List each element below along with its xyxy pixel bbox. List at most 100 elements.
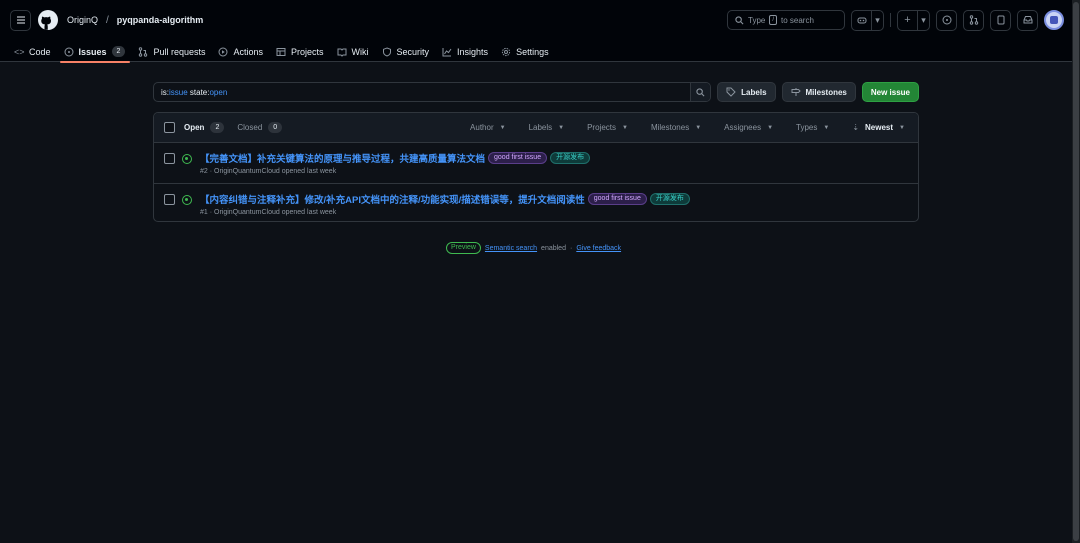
milestone-icon (791, 88, 801, 96)
issue-meta: #1 · OriginQuantumCloud opened last week (200, 209, 337, 216)
issue-title-line: 【完善文档】补充关键算法的原理与推导过程，共建高质量算法文档 good firs… (200, 151, 591, 165)
page-scrollbar[interactable] (1072, 0, 1080, 543)
header-row: OriginQ / pyqpanda-algorithm Type / to s… (10, 9, 1064, 31)
copilot-icon[interactable] (852, 10, 872, 30)
give-feedback-link[interactable]: Give feedback (576, 245, 621, 252)
issue-checkbox[interactable] (164, 153, 175, 164)
tab-projects[interactable]: Projects (276, 37, 331, 62)
breadcrumb-owner[interactable]: OriginQ (67, 15, 98, 25)
tab-actions-label: Actions (233, 46, 263, 57)
scrollbar-thumb[interactable] (1073, 2, 1079, 541)
issue-title-link[interactable]: 【完善文档】补充关键算法的原理与推导过程，共建高质量算法文档 (200, 151, 485, 165)
new-issue-button[interactable]: New issue (861, 82, 919, 102)
tab-insights[interactable]: Insights (442, 37, 495, 62)
inbox-icon (1023, 16, 1032, 24)
tab-settings[interactable]: Settings (501, 37, 556, 62)
select-all-checkbox[interactable] (164, 122, 175, 133)
tab-code-label: Code (29, 46, 51, 57)
author-filter[interactable]: Author ▼ (470, 123, 506, 132)
tab-settings-label: Settings (516, 46, 549, 57)
global-header: OriginQ / pyqpanda-algorithm Type / to s… (0, 0, 1072, 63)
issue-opened-icon (182, 195, 192, 205)
types-filter[interactable]: Types ▼ (796, 123, 829, 132)
sort-label: Newest (865, 123, 894, 132)
preview-badge: Preview (446, 242, 481, 254)
tab-issues[interactable]: Issues 2 (59, 37, 133, 63)
tab-wiki[interactable]: Wiki (337, 37, 376, 62)
issue-content: 【内容纠错与注释补充】修改/补充API文档中的注释/功能实现/描述错误等，提升文… (200, 192, 690, 221)
chevron-down-icon: ▼ (558, 124, 565, 131)
labels-filter[interactable]: Labels ▼ (529, 123, 565, 132)
chevron-down-icon: ▼ (499, 124, 506, 131)
hamburger-icon (16, 16, 25, 24)
list-filters: Author ▼ Labels ▼ Projects ▼ Milestones ▼ As… (447, 123, 905, 132)
open-label: Open (184, 123, 205, 132)
filter-is-key: is: (161, 87, 169, 97)
labels-button[interactable]: Labels (717, 82, 776, 102)
chevron-down-icon[interactable]: ▾ (918, 11, 929, 30)
sort-dropdown[interactable]: ⇣ Newest ▼ (852, 123, 905, 132)
github-logo-icon[interactable] (38, 10, 58, 30)
filter-query[interactable]: is: issue state: open (154, 83, 690, 101)
types-filter-label: Types (796, 123, 818, 132)
author-filter-label: Author (470, 123, 494, 132)
tag-icon (726, 87, 736, 97)
issue-label-open-source-release[interactable]: 开源发布 (649, 192, 690, 205)
tab-security[interactable]: Security (382, 37, 437, 62)
graph-icon (442, 47, 452, 56)
chevron-down-icon: ▼ (823, 124, 830, 131)
copilot-button[interactable]: ▾ (851, 9, 884, 31)
menu-button[interactable] (10, 9, 31, 31)
issues-shortcut-button[interactable] (936, 9, 957, 31)
chevron-down-icon: ▼ (899, 124, 905, 131)
tab-issues-label: Issues (78, 46, 107, 57)
global-search-input[interactable]: Type / to search (727, 10, 845, 30)
assignees-filter[interactable]: Assignees ▼ (724, 123, 773, 132)
plus-icon[interactable]: + (898, 10, 918, 30)
issues-filter-input[interactable]: is: issue state: open (153, 82, 712, 102)
issues-toolbar: is: issue state: open Labels Milestones … (153, 82, 919, 102)
tab-pull-requests[interactable]: Pull requests (138, 37, 212, 62)
closed-label: Closed (237, 123, 263, 132)
breadcrumb-separator: / (106, 14, 109, 26)
issue-opened-icon (64, 47, 74, 56)
create-new-button[interactable]: + ▾ (897, 9, 930, 31)
issue-row[interactable]: 【完善文档】补充关键算法的原理与推导过程，共建高质量算法文档 good firs… (154, 143, 918, 183)
chevron-down-icon[interactable]: ▾ (872, 11, 883, 30)
issue-label-open-source-release[interactable]: 开源发布 (550, 151, 591, 164)
milestones-filter[interactable]: Milestones ▼ (651, 123, 701, 132)
open-count-badge: 2 (210, 122, 225, 133)
issues-list-header: Open 2 Closed 0 Author ▼ Labels ▼ Projects… (154, 113, 918, 143)
closed-issues-tab[interactable]: Closed 0 (237, 122, 283, 133)
code-icon: <> (14, 46, 25, 57)
tab-code[interactable]: <> Code (14, 37, 58, 62)
semantic-search-link[interactable]: Semantic search (485, 245, 537, 252)
projects-filter[interactable]: Projects ▼ (587, 123, 628, 132)
filter-state-value: open (209, 87, 228, 97)
user-avatar[interactable] (1044, 10, 1064, 30)
breadcrumb-repo[interactable]: pyqpanda-algorithm (117, 15, 204, 25)
notifications-button[interactable] (1017, 9, 1038, 31)
repo-nav-tabs: <> Code Issues 2 Pull requests Actions P… (14, 37, 562, 63)
filter-search-button[interactable] (690, 83, 711, 101)
tab-actions[interactable]: Actions (218, 37, 270, 62)
open-issues-tab[interactable]: Open 2 (184, 122, 225, 133)
milestones-button[interactable]: Milestones (781, 82, 856, 102)
issue-content: 【完善文档】补充关键算法的原理与推导过程，共建高质量算法文档 good firs… (200, 151, 591, 183)
book-icon (337, 48, 347, 57)
search-icon (735, 15, 744, 24)
issue-row[interactable]: 【内容纠错与注释补充】修改/补充API文档中的注释/功能实现/描述错误等，提升文… (154, 183, 918, 221)
issue-label-good-first-issue[interactable]: good first issue (587, 192, 647, 205)
issue-title-link[interactable]: 【内容纠错与注释补充】修改/补充API文档中的注释/功能实现/描述错误等，提升文… (200, 192, 585, 206)
issue-label-good-first-issue[interactable]: good first issue (488, 151, 548, 164)
table-icon (276, 47, 286, 56)
tab-insights-label: Insights (457, 46, 489, 57)
sort-desc-icon: ⇣ (852, 123, 860, 132)
gear-icon (501, 47, 511, 56)
issue-checkbox[interactable] (164, 194, 175, 205)
repositories-button[interactable] (990, 9, 1011, 31)
pull-requests-shortcut-button[interactable] (963, 9, 984, 31)
chevron-down-icon: ▼ (622, 124, 628, 131)
footer-dot: · (569, 244, 573, 252)
search-suffix: to search (781, 15, 814, 25)
